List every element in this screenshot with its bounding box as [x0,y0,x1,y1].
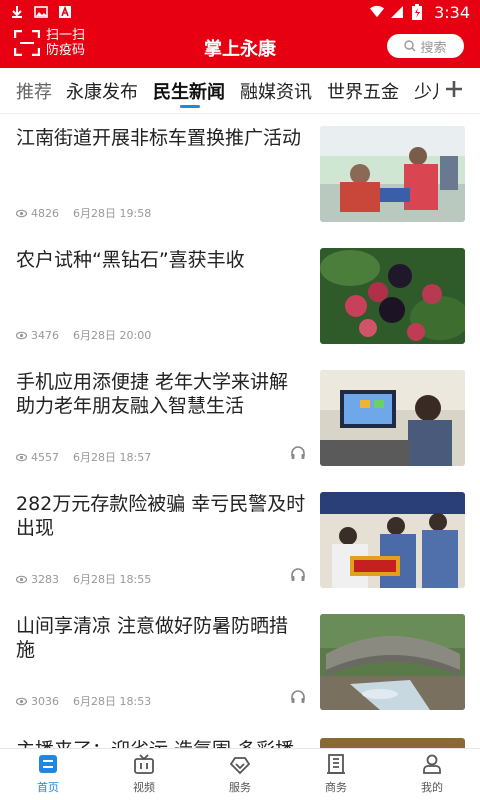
nav-business[interactable]: 商务 [288,749,384,800]
publish-date: 6月28日 18:53 [73,695,152,708]
news-title: 山间享清凉 注意做好防暑防晒措施 [16,615,289,661]
home-icon [39,755,57,773]
publish-date: 6月28日 18:55 [73,573,152,586]
news-meta: 3283 6月28日 18:55 [16,571,151,587]
nav-service[interactable]: 服务 [192,749,288,800]
news-thumbnail[interactable] [320,492,465,588]
view-count: 3283 [31,572,59,586]
clock: 3:34 [434,2,470,22]
nav-profile-label: 我的 [421,781,443,794]
news-item[interactable]: 282万元存款险被骗 幸亏民警及时出现 3283 6月28日 18:55 [0,480,480,602]
view-count: 3476 [31,328,59,342]
user-icon [423,754,441,774]
view-count: 3036 [31,694,59,708]
tab-children[interactable]: 少儿 [414,78,440,104]
building-icon [327,754,345,774]
eye-icon [16,575,27,583]
eye-icon [16,209,27,217]
tab-world-hardware[interactable]: 世界五金 [327,78,399,104]
nav-video[interactable]: 视频 [96,749,192,800]
eye-icon [16,331,27,339]
add-tab-icon[interactable] [442,77,466,101]
news-title: 江南街道开展非标车置换推广活动 [16,127,302,149]
view-count: 4826 [31,206,59,220]
headphones-icon[interactable] [290,567,306,583]
headphones-icon[interactable] [290,689,306,705]
view-count: 4557 [31,450,59,464]
nav-home-label: 首页 [37,781,59,794]
tab-recommend[interactable]: 推荐 [16,78,52,104]
tab-media-info[interactable]: 融媒资讯 [240,78,312,104]
news-thumbnail-partial[interactable] [320,738,465,748]
search-icon [404,40,416,52]
news-thumbnail[interactable] [320,614,465,710]
active-tab-indicator [180,105,200,108]
eye-icon [16,453,27,461]
status-bar: 3:34 [0,0,480,24]
news-list[interactable]: 江南街道开展非标车置换推广活动 4826 6月28日 19:58 农户试种“黑钻… [0,114,480,748]
tab-yongkang-release[interactable]: 永康发布 [66,78,138,104]
bottom-nav: 首页 视频 服务 商务 我的 [0,748,480,800]
news-meta: 4557 6月28日 18:57 [16,449,151,465]
publish-date: 6月28日 18:57 [73,451,152,464]
battery-icon [410,4,424,20]
news-title: 282万元存款险被骗 幸亏民警及时出现 [16,493,306,539]
nav-business-label: 商务 [325,781,347,794]
nav-video-label: 视频 [133,781,155,794]
app-header: 扫一扫 防疫码 掌上永康 搜索 [0,24,480,68]
news-meta: 3036 6月28日 18:53 [16,693,151,709]
news-item[interactable]: 江南街道开展非标车置换推广活动 4826 6月28日 19:58 [0,114,480,236]
tabs-scroll[interactable]: 推荐 永康发布 民生新闻 融媒资讯 世界五金 少儿 [0,68,440,114]
category-tabs: 推荐 永康发布 民生新闻 融媒资讯 世界五金 少儿 [0,68,480,114]
image-icon [34,5,48,19]
app-root: 3:34 扫一扫 防疫码 掌上永康 搜索 推荐 永康发布 民生新闻 融媒资讯 世… [0,0,480,800]
news-item[interactable]: 手机应用添便捷 老年大学来讲解助力老年朋友融入智慧生活 4557 6月28日 1… [0,358,480,480]
news-title-partial[interactable]: 主播来了：迎省运 造氛围 多彩播 [16,738,306,748]
news-title: 手机应用添便捷 老年大学来讲解助力老年朋友融入智慧生活 [16,371,289,417]
search-button[interactable]: 搜索 [387,34,464,58]
tv-icon [134,754,154,774]
news-item[interactable]: 农户试种“黑钻石”喜获丰收 3476 6月28日 20:00 [0,236,480,358]
download-icon [10,5,24,19]
news-thumbnail[interactable] [320,248,465,344]
search-placeholder: 搜索 [420,40,447,56]
nav-service-label: 服务 [229,781,251,794]
news-thumbnail[interactable] [320,370,465,466]
publish-date: 6月28日 20:00 [73,329,152,342]
news-item[interactable]: 山间享清凉 注意做好防暑防晒措施 3036 6月28日 18:53 [0,602,480,724]
signal-icon [390,5,404,19]
news-meta: 4826 6月28日 19:58 [16,205,151,221]
news-title: 农户试种“黑钻石”喜获丰收 [16,249,245,271]
news-meta: 3476 6月28日 20:00 [16,327,151,343]
publish-date: 6月28日 19:58 [73,207,152,220]
nav-home[interactable]: 首页 [0,749,96,800]
news-thumbnail[interactable] [320,126,465,222]
wifi-icon [370,5,385,19]
tab-livelihood-news[interactable]: 民生新闻 [153,78,225,104]
nav-profile[interactable]: 我的 [384,749,480,800]
headphones-icon[interactable] [290,445,306,461]
service-icon [229,757,251,775]
text-notification-icon [58,5,72,19]
eye-icon [16,697,27,705]
